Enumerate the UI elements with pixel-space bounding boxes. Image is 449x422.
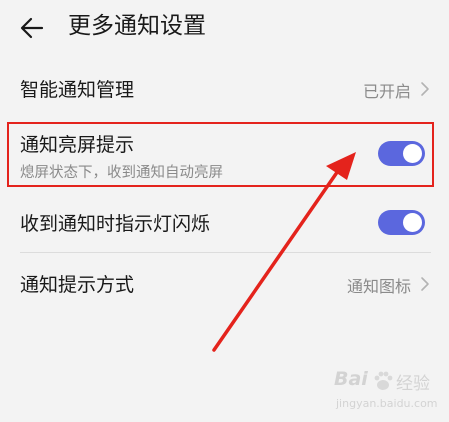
highlight-box [7, 122, 434, 187]
toggle-knob [403, 213, 422, 232]
led-blink-row: 收到通知时指示灯闪烁 [0, 194, 449, 250]
chevron-right-icon [421, 277, 429, 291]
chevron-right-icon [421, 82, 429, 96]
watermark-brand: Bai [334, 368, 368, 390]
divider [20, 252, 431, 253]
watermark-brand-cn: 经验 [396, 374, 430, 394]
smart-notification-label: 智能通知管理 [20, 79, 135, 101]
paw-icon [374, 371, 393, 390]
baidu-jingyan-watermark: Bai 经验 jingyan.baidu.com [334, 368, 446, 416]
watermark-url: jingyan.baidu.com [336, 397, 438, 410]
smart-notification-row[interactable]: 智能通知管理 已开启 [0, 62, 449, 116]
notification-style-value: 通知图标 [346, 277, 411, 296]
led-blink-toggle[interactable] [378, 210, 425, 235]
led-blink-label: 收到通知时指示灯闪烁 [20, 213, 211, 235]
notification-style-label: 通知提示方式 [20, 274, 135, 296]
smart-notification-value: 已开启 [362, 82, 411, 101]
back-arrow-icon[interactable] [18, 14, 46, 42]
header: 更多通知设置 [0, 0, 449, 54]
notification-style-row[interactable]: 通知提示方式 通知图标 [0, 256, 449, 310]
page-title: 更多通知设置 [68, 13, 206, 39]
